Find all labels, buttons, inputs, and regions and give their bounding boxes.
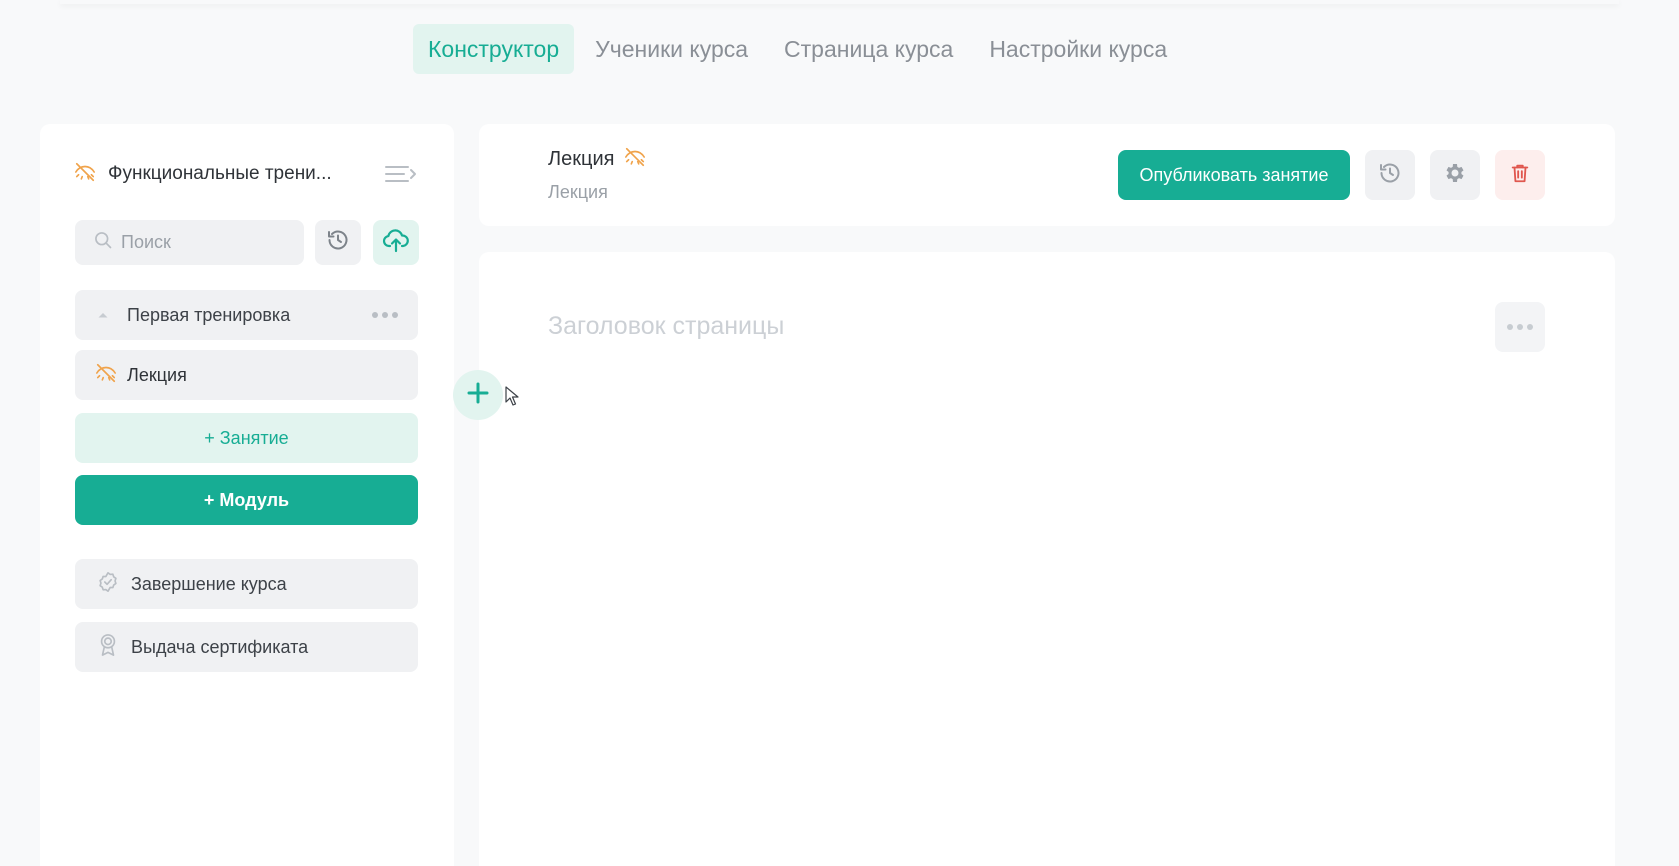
eye-off-icon <box>74 161 96 188</box>
history-button[interactable] <box>315 220 361 265</box>
lesson-row[interactable]: Лекция <box>75 350 418 400</box>
lesson-history-button[interactable] <box>1365 150 1415 200</box>
collapse-sidebar-icon[interactable] <box>384 163 418 185</box>
course-sidebar: Функциональные трени... Поиск Первая тре… <box>40 124 454 866</box>
certificate-label: Выдача сертификата <box>131 636 309 657</box>
lesson-name[interactable]: Лекция <box>548 148 614 171</box>
lesson-content-editor: Заголовок страницы <box>479 252 1615 866</box>
history-icon <box>326 228 350 257</box>
lesson-header: Лекция Лекция Опубликовать занятие <box>479 124 1615 226</box>
plus-icon <box>466 381 490 410</box>
add-module-button[interactable]: + Модуль <box>75 475 418 525</box>
add-lesson-button[interactable]: + Занятие <box>75 413 418 463</box>
content-menu-button[interactable] <box>1495 302 1545 352</box>
course-title-row: Функциональные трени... <box>74 160 418 188</box>
upload-button[interactable] <box>373 220 419 265</box>
lesson-title: Лекция <box>127 364 187 385</box>
module-title: Первая тренировка <box>127 304 291 325</box>
lesson-type: Лекция <box>548 182 608 202</box>
course-completion-label: Завершение курса <box>131 573 287 594</box>
lesson-settings-button[interactable] <box>1430 150 1480 200</box>
lesson-name-row: Лекция <box>548 146 646 173</box>
delete-lesson-button[interactable] <box>1495 150 1545 200</box>
badge-check-icon <box>97 571 119 598</box>
tab-course-page[interactable]: Страница курса <box>769 24 968 74</box>
gear-icon <box>1443 161 1467 190</box>
course-completion-row[interactable]: Завершение курса <box>75 559 418 609</box>
module-row[interactable]: Первая тренировка <box>75 290 418 340</box>
history-icon <box>1378 161 1402 190</box>
award-icon <box>97 633 119 662</box>
course-tabs: Конструктор Ученики курса Страница курса… <box>413 24 1182 74</box>
publish-lesson-button[interactable]: Опубликовать занятие <box>1118 150 1350 200</box>
cloud-upload-icon <box>382 227 410 258</box>
mouse-cursor-icon <box>505 386 519 411</box>
course-title: Функциональные трени... <box>108 163 332 184</box>
add-block-button[interactable] <box>453 370 503 420</box>
search-field[interactable] <box>75 220 304 265</box>
certificate-row[interactable]: Выдача сертификата <box>75 622 418 672</box>
top-bar-edge <box>60 0 1619 4</box>
module-menu-icon[interactable] <box>372 312 398 318</box>
chevron-up-icon[interactable] <box>97 306 109 324</box>
tab-students[interactable]: Ученики курса <box>580 24 763 74</box>
eye-off-icon <box>95 362 117 389</box>
page-heading-input[interactable]: Заголовок страницы <box>548 312 784 341</box>
search-input[interactable] <box>121 232 301 253</box>
tab-course-settings[interactable]: Настройки курса <box>974 24 1182 74</box>
eye-off-icon[interactable] <box>624 146 646 173</box>
trash-icon <box>1509 162 1531 189</box>
search-icon <box>93 230 113 255</box>
tab-constructor[interactable]: Конструктор <box>413 24 575 74</box>
